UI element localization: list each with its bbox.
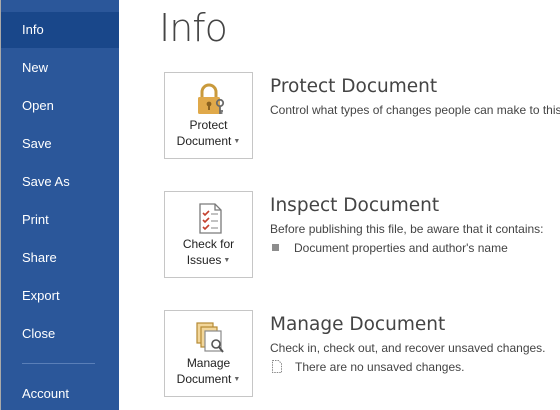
document-icon xyxy=(272,360,282,373)
manage-status-item: There are no unsaved changes. xyxy=(272,360,464,374)
info-pane: Info Protect Document ▼ Protect Document … xyxy=(119,0,560,410)
chevron-down-icon: ▼ xyxy=(233,137,241,145)
sidebar-divider xyxy=(22,363,95,364)
protect-document-description: Control what types of changes people can… xyxy=(270,103,560,117)
sidebar-item-share[interactable]: Share xyxy=(1,240,119,276)
lock-icon xyxy=(198,83,225,114)
inspect-bullet-item: Document properties and author's name xyxy=(272,241,508,255)
inspect-document-description: Before publishing this file, be aware th… xyxy=(270,222,544,236)
backstage-sidebar: Info New Open Save Save As Print Share E… xyxy=(0,0,119,410)
manage-document-description: Check in, check out, and recover unsaved… xyxy=(270,341,546,355)
protect-document-title: Protect Document xyxy=(270,76,438,97)
manage-document-label: Manage Document ▼ xyxy=(176,356,241,386)
chevron-down-icon: ▼ xyxy=(223,256,231,264)
sidebar-item-print[interactable]: Print xyxy=(1,202,119,238)
sidebar-item-account[interactable]: Account xyxy=(1,376,119,410)
checklist-icon xyxy=(199,203,222,234)
page-title: Info xyxy=(159,6,228,50)
sidebar-item-export[interactable]: Export xyxy=(1,278,119,314)
sidebar-item-info[interactable]: Info xyxy=(1,12,119,48)
manage-document-button[interactable]: Manage Document ▼ xyxy=(164,310,253,397)
protect-document-label: Protect Document ▼ xyxy=(176,118,241,148)
sidebar-item-save[interactable]: Save xyxy=(1,126,119,162)
manage-document-title: Manage Document xyxy=(270,314,446,335)
sidebar-item-new[interactable]: New xyxy=(1,50,119,86)
chevron-down-icon: ▼ xyxy=(233,375,241,383)
inspect-document-title: Inspect Document xyxy=(270,195,440,216)
protect-document-button[interactable]: Protect Document ▼ xyxy=(164,72,253,159)
check-for-issues-button[interactable]: Check for Issues ▼ xyxy=(164,191,253,278)
sidebar-item-close[interactable]: Close xyxy=(1,316,119,352)
bullet-icon xyxy=(272,244,279,251)
sidebar-item-save-as[interactable]: Save As xyxy=(1,164,119,200)
check-for-issues-label: Check for Issues ▼ xyxy=(182,237,235,267)
sidebar-item-open[interactable]: Open xyxy=(1,88,119,124)
manage-documents-icon xyxy=(196,322,224,353)
